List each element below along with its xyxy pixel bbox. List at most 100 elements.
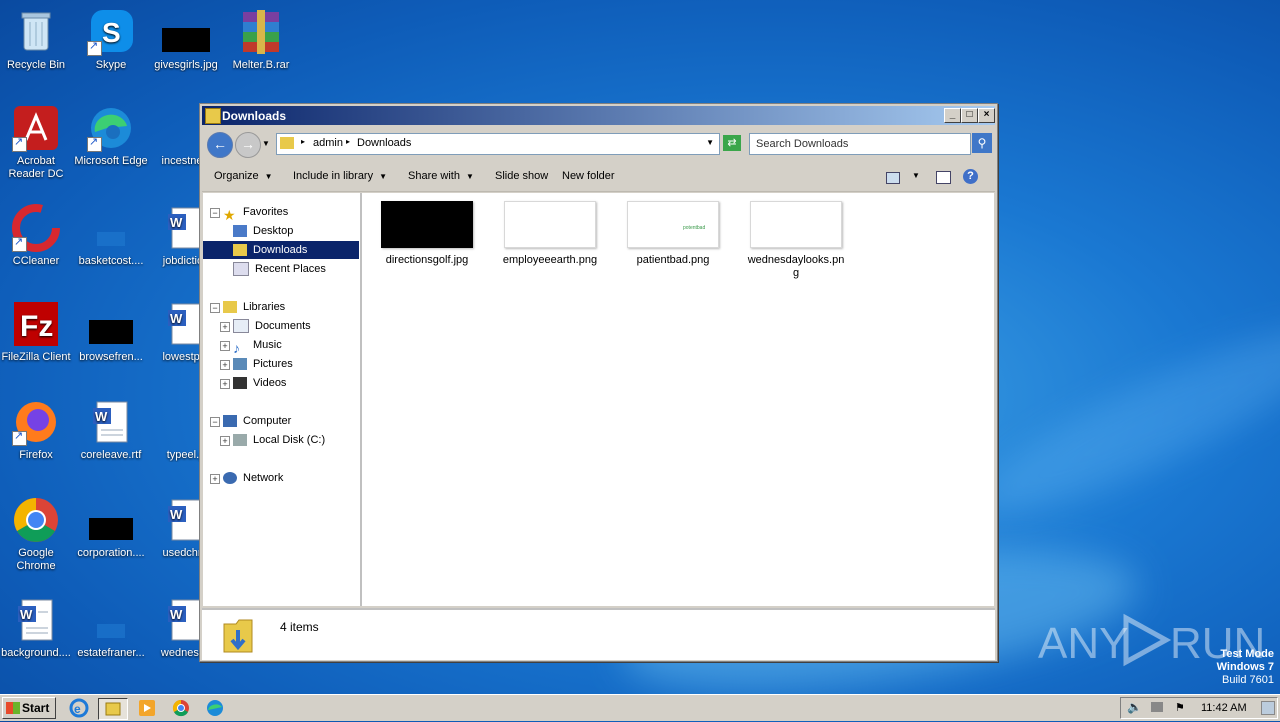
hard-drive-icon [233,434,247,447]
nav-computer[interactable]: Computer [223,412,291,430]
expand-videos-icon[interactable]: + [220,379,230,389]
collapse-computer-icon[interactable]: − [210,417,220,427]
nav-music[interactable]: ♪ Music [233,336,282,357]
blank-file-icon [87,204,135,252]
volume-icon[interactable]: 🔈 [1127,700,1142,714]
nav-pictures[interactable]: Pictures [233,355,293,373]
windows-logo-icon [6,702,20,714]
history-dropdown-icon[interactable]: ▼ [262,139,270,148]
chevron-right-icon[interactable]: ▸ [346,137,350,146]
nav-libraries[interactable]: Libraries [223,298,285,316]
chrome-taskbar-icon[interactable] [170,698,192,718]
recent-places-icon [233,262,249,277]
desktop-icon-coreleave[interactable]: W coreleave.rtf [73,398,149,462]
expand-music-icon[interactable]: + [220,341,230,351]
breadcrumb[interactable]: ▸ admin ▸ Downloads ▼ [276,133,720,155]
nav-local-disk[interactable]: Local Disk (C:) [233,431,325,449]
downloads-folder-icon [222,616,256,654]
minimize-button[interactable]: _ [944,108,961,123]
nav-recent-places[interactable]: Recent Places [233,260,326,278]
desktop-icon-basketcost[interactable]: basketcost.... [73,204,149,268]
breadcrumb-admin[interactable]: admin [313,137,343,149]
file-item[interactable]: wednesdaylooks.png [746,201,846,280]
music-icon: ♪ [233,340,240,357]
nav-documents[interactable]: Documents [233,317,311,335]
desktop-icon [233,225,247,238]
preview-pane-icon[interactable] [936,171,951,184]
slide-show-button[interactable]: Slide show [495,170,548,182]
desktop-icon-edge[interactable]: Microsoft Edge [73,104,149,168]
file-thumbnail [750,201,842,248]
nav-favorites[interactable]: ★ Favorites [223,203,288,223]
organize-menu[interactable]: Organize ▼ [214,170,273,182]
desktop-icon-firefox[interactable]: Firefox [0,398,74,462]
file-item[interactable]: employeeearth.png [500,201,600,267]
desktop-icon-corporation[interactable]: corporation.... [73,496,149,560]
address-dropdown-icon[interactable]: ▼ [706,138,714,147]
word-doc-icon: W [12,596,60,644]
svg-text:W: W [170,507,183,522]
desktop-icon-recycle-bin[interactable]: Recycle Bin [0,8,74,72]
expand-network-icon[interactable]: + [210,474,220,484]
chrome-icon [12,496,60,544]
expand-local-disk-icon[interactable]: + [220,436,230,446]
share-with-menu[interactable]: Share with ▼ [408,170,474,182]
breadcrumb-downloads[interactable]: Downloads [357,137,411,149]
collapse-favorites-icon[interactable]: − [210,208,220,218]
svg-text:W: W [95,409,108,424]
expand-pictures-icon[interactable]: + [220,360,230,370]
desktop-icon-background[interactable]: W background.... [0,596,74,660]
maximize-button[interactable]: □ [961,108,978,123]
svg-text:e: e [74,702,81,716]
media-player-icon[interactable] [136,698,158,718]
ie-icon[interactable]: e [68,698,90,718]
back-button[interactable]: ← [207,132,233,158]
view-options-icon[interactable] [886,172,900,184]
collapse-libraries-icon[interactable]: − [210,303,220,313]
acrobat-icon [12,104,60,152]
desktop-icon-givesgirls[interactable]: givesgirls.jpg [148,8,224,72]
desktop-icon-filezilla[interactable]: Fz FileZilla Client [0,300,74,364]
clock[interactable]: 11:42 AM [1201,702,1247,714]
edge-icon [87,104,135,152]
close-button[interactable]: × [978,108,995,123]
view-dropdown-icon[interactable]: ▼ [912,171,920,180]
edge-taskbar-icon[interactable] [204,698,226,718]
nav-network[interactable]: Network [223,469,283,487]
command-bar: Organize ▼ Include in library ▼ Share with… [202,162,995,192]
search-input[interactable]: Search Downloads [749,133,971,155]
chevron-right-icon[interactable]: ▸ [301,137,305,146]
include-in-library-menu[interactable]: Include in library ▼ [293,170,387,182]
computer-icon [223,415,237,428]
new-folder-button[interactable]: New folder [562,170,615,182]
flag-icon[interactable]: ⚑ [1175,701,1185,714]
system-tray: 🔈 ⚑ 11:42 AM [1120,697,1278,719]
nav-downloads[interactable]: Downloads [203,241,359,259]
explorer-window[interactable]: Downloads _ □ × ← → ▼ ▸ admin ▸ Download… [199,103,998,662]
address-bar: ← → ▼ ▸ admin ▸ Downloads ▼ ⇄ Search Dow… [202,128,995,160]
file-item[interactable]: potentbad patientbad.png [623,201,723,267]
desktop-icon-estatefraner[interactable]: estatefraner... [73,596,149,660]
expand-documents-icon[interactable]: + [220,322,230,332]
refresh-button[interactable]: ⇄ [723,135,741,151]
nav-videos[interactable]: Videos [233,374,286,392]
show-desktop-button[interactable] [1261,701,1275,715]
file-name: wednesdaylooks.png [747,254,845,279]
desktop-icon-browsefren[interactable]: browsefren... [73,300,149,364]
nav-desktop[interactable]: Desktop [233,222,293,240]
file-item[interactable]: directionsgolf.jpg [377,201,477,267]
desktop-icon-melter[interactable]: Melter.B.rar [223,8,299,72]
help-icon[interactable]: ? [963,169,978,184]
search-icon[interactable]: ⚲ [972,133,992,153]
forward-button[interactable]: → [235,132,261,158]
desktop-icon-skype[interactable]: S Skype [73,8,149,72]
desktop-icon-ccleaner[interactable]: CCleaner [0,204,74,268]
desktop-icon-acrobat[interactable]: Acrobat Reader DC [0,104,74,181]
network-tray-icon[interactable] [1151,702,1163,712]
desktop-icon-chrome[interactable]: Google Chrome [0,496,74,573]
explorer-taskbar-icon[interactable] [98,698,128,720]
winrar-icon [237,8,285,56]
start-button[interactable]: Start [2,697,56,719]
title-bar[interactable]: Downloads _ □ × [202,106,995,125]
ccleaner-icon [12,204,60,252]
